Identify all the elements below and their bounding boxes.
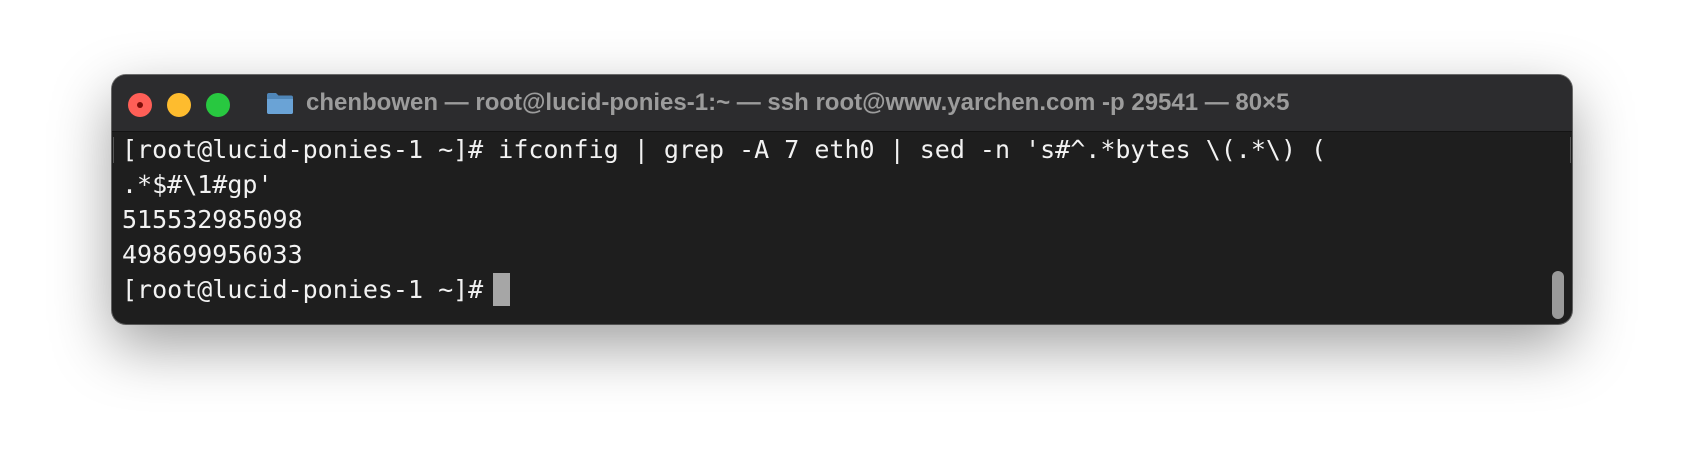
folder-icon (267, 93, 293, 114)
output-line-rx-bytes: 515532985098 (122, 205, 303, 234)
close-dot-icon (137, 102, 143, 108)
line-wrap-marker-left (113, 137, 119, 163)
output-line-tx-bytes: 498699956033 (122, 240, 303, 269)
command-line-1: [root@lucid-ponies-1 ~]# ifconfig | grep… (122, 135, 1327, 164)
terminal-output[interactable]: [root@lucid-ponies-1 ~]# ifconfig | grep… (112, 132, 1572, 324)
prompt-line[interactable]: [root@lucid-ponies-1 ~]# (122, 272, 1572, 307)
title-area: chenbowen — root@lucid-ponies-1:~ — ssh … (266, 75, 1289, 131)
shell-prompt: [root@lucid-ponies-1 ~]# (122, 275, 484, 304)
minimize-button[interactable] (167, 93, 191, 117)
command-line-2: .*$#\1#gp' (122, 170, 273, 199)
window-title: chenbowen — root@lucid-ponies-1:~ — ssh … (306, 89, 1290, 116)
close-button[interactable] (128, 93, 152, 117)
terminal-window: chenbowen — root@lucid-ponies-1:~ — ssh … (112, 75, 1572, 324)
title-bar[interactable]: chenbowen — root@lucid-ponies-1:~ — ssh … (112, 75, 1572, 132)
line-wrap-marker-right (1565, 137, 1571, 163)
zoom-button[interactable] (206, 93, 230, 117)
text-cursor (493, 273, 511, 306)
scrollbar-thumb[interactable] (1552, 271, 1564, 319)
